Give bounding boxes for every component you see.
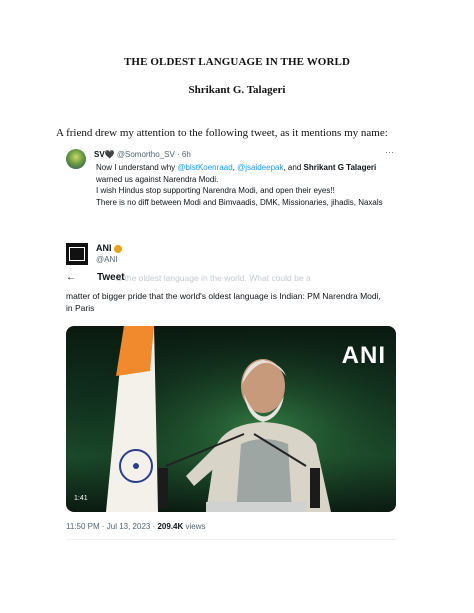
tweet-author-handle[interactable]: @ANI (96, 255, 117, 264)
tweet-text-line: I wish Hindus stop supporting Narendra M… (96, 186, 335, 195)
intro-paragraph: A friend drew my attention to the follow… (56, 127, 388, 139)
mention-link[interactable]: @jsaideepak (237, 163, 283, 172)
verified-badge-icon (113, 244, 122, 253)
tweet-text-line: There is no diff between Modi and Bimvaa… (96, 197, 383, 207)
tweet-text-segment: Now I understand why (96, 163, 178, 172)
more-dots-icon[interactable]: ··· (385, 147, 394, 157)
avatar[interactable] (66, 149, 86, 169)
video-duration: 1:41 (74, 495, 88, 502)
tweet-text-segment: , and (283, 163, 304, 172)
arrow-left-icon[interactable]: ← (66, 272, 76, 283)
header-title: Tweet (97, 272, 125, 283)
tweet-author-name[interactable]: ANI (96, 243, 122, 253)
tweet-text: matter of bigger pride that the world's … (66, 291, 381, 313)
tweet-author-name[interactable]: SV🖤 (94, 150, 115, 159)
tweet-timestamp[interactable]: 11:50 PM · Jul 13, 2023 · (66, 522, 157, 531)
views-count: 209.4K (157, 522, 184, 531)
avatar[interactable] (66, 243, 88, 265)
video-watermark-logo: ANI (341, 342, 386, 369)
tweet-header: SV🖤 @Somortho_SV · 6h (94, 150, 191, 159)
divider (66, 539, 396, 540)
document-author: Shrikant G. Talageri (188, 84, 286, 96)
overlapped-text: is the oldest language in the world. Wha… (116, 273, 311, 283)
tweet-text: Now I understand why @blstKoenraad, @jsa… (96, 162, 396, 208)
tweet-text-segment: warned us against Narendra Modi. (96, 174, 219, 184)
document-title: THE OLDEST LANGUAGE IN THE WORLD (123, 56, 350, 68)
tweet-author-handle[interactable]: @Somortho_SV (117, 150, 175, 159)
tweet-time: · 6h (177, 150, 191, 159)
mention-link[interactable]: @blstKoenraad (177, 163, 232, 172)
tweet-metadata: 11:50 PM · Jul 13, 2023 · 209.4K views (66, 522, 206, 531)
author-name-text: ANI (96, 243, 112, 253)
views-label: views (183, 522, 206, 531)
tweet-page-header: is the oldest language in the world. Wha… (66, 272, 398, 286)
video-player[interactable]: ANI 1:41 (66, 326, 396, 512)
highlighted-name: Shrikant G Talageri (303, 163, 377, 172)
